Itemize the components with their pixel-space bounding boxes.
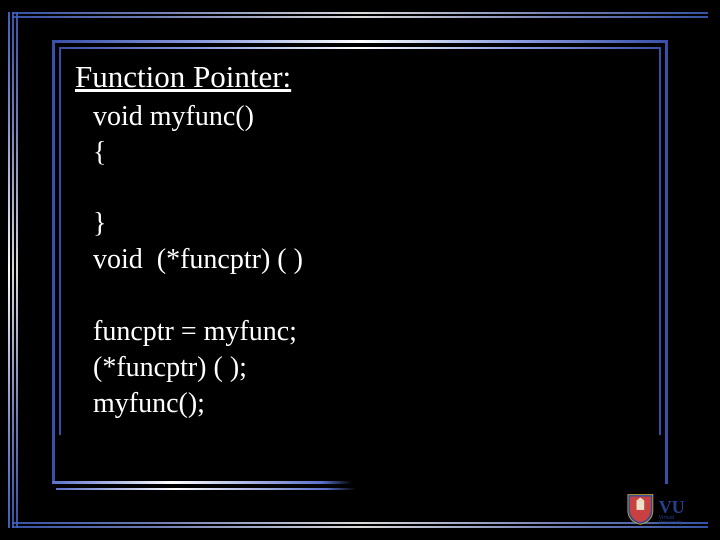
decorative-border [12,16,708,18]
slide-title: Function Pointer: [75,59,645,95]
decorative-line [56,488,356,490]
decorative-border [12,526,708,528]
decorative-line [52,481,352,484]
decorative-border [12,12,14,528]
decorative-border [16,12,18,528]
decorative-border [8,12,10,528]
decorative-border [12,522,708,524]
code-block: void myfunc() { } void (*funcptr) ( ) fu… [75,99,645,421]
shield-icon [626,492,655,526]
vu-logo: VU Virtual University [626,488,698,526]
decorative-border [12,12,708,14]
logo-initials: VU [659,498,698,516]
content-frame: Function Pointer: void myfunc() { } void… [52,40,668,484]
slide: Function Pointer: void myfunc() { } void… [8,8,712,532]
logo-text: VU Virtual University [659,498,698,526]
content-inner: Function Pointer: void myfunc() { } void… [59,47,661,435]
logo-subtitle: Virtual University [659,516,698,526]
